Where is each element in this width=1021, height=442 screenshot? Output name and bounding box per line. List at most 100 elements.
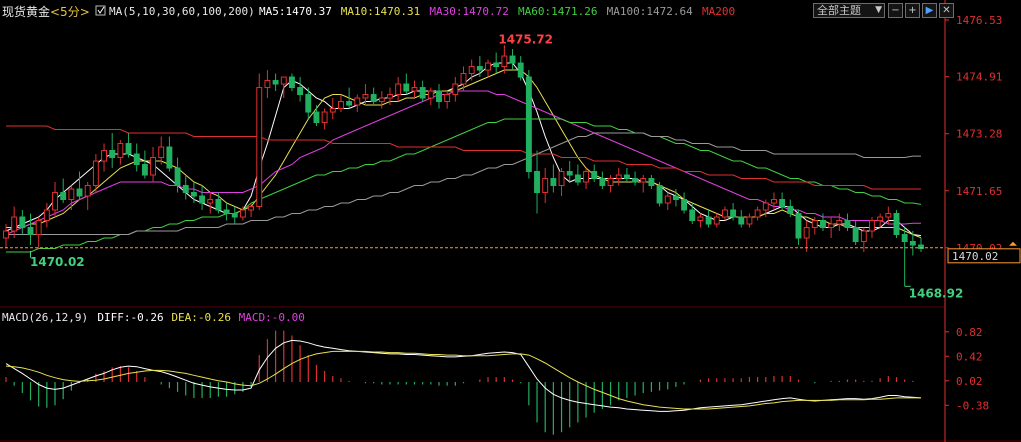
zoom-in-button[interactable]: +: [905, 3, 920, 18]
candle: [558, 168, 565, 197]
candle: [901, 227, 908, 287]
ma-value-ma200: MA200: [702, 5, 735, 18]
candle: [43, 203, 50, 228]
candle: [297, 77, 304, 102]
candle: [493, 52, 500, 74]
candle: [207, 192, 214, 214]
candle: [264, 70, 271, 99]
candle: [574, 164, 581, 186]
candle: [52, 182, 58, 218]
candle: [525, 70, 532, 179]
candle: [199, 185, 206, 211]
candle: [860, 227, 867, 253]
period-label[interactable]: <5分>: [50, 5, 90, 19]
ma-label: MA(5,10,30,60,100,200): [109, 5, 255, 18]
candle: [346, 87, 353, 109]
minus-icon: −: [891, 5, 900, 16]
price-annotation-low: 1468.92: [909, 286, 964, 300]
candle: [150, 147, 157, 183]
play-icon: ▶: [925, 5, 934, 16]
settings-icon[interactable]: [95, 5, 106, 16]
price-marker-icon: [1009, 241, 1017, 246]
price-annotation-high: 1475.72: [498, 32, 553, 46]
candle: [288, 73, 295, 92]
candle: [109, 133, 116, 169]
candle: [166, 136, 173, 172]
candle: [542, 168, 549, 204]
candle: [664, 192, 671, 211]
candle: [436, 84, 442, 109]
ma-value-ma5: MA5:1470.37: [259, 5, 332, 18]
ma-lines: [5, 62, 922, 253]
theme-select-label: 全部主题: [817, 4, 861, 17]
candle: [738, 210, 745, 228]
candle: [313, 105, 320, 127]
candle: [117, 140, 124, 165]
candle: [460, 66, 467, 92]
candle: [770, 192, 777, 211]
candle: [84, 182, 91, 211]
candle: [468, 59, 475, 81]
candle: [395, 77, 402, 102]
candle: [272, 73, 279, 92]
close-icon: ✕: [942, 5, 951, 16]
macd-value: DEA:-0.26: [171, 311, 231, 324]
candle: [182, 175, 189, 200]
macd-tick-label: -0.38: [956, 399, 989, 412]
candle: [869, 217, 875, 239]
candle: [231, 206, 238, 225]
chevron-down-icon: ▼: [875, 5, 882, 15]
candle: [689, 203, 696, 225]
candle: [68, 185, 75, 211]
ma-line-ma60: [6, 118, 922, 253]
candle: [509, 49, 516, 71]
chart-canvas[interactable]: MACD(26,12,9) DIFF:-0.26 DEA:-0.26 MACD:-0.…: [0, 0, 1021, 442]
ma-value-ma60: MA60:1471.26: [518, 5, 597, 18]
zoom-out-button[interactable]: −: [888, 3, 903, 18]
candle: [697, 213, 704, 228]
macd-tick-label: 0.02: [956, 375, 983, 388]
candle: [918, 238, 924, 253]
candle: [754, 206, 761, 221]
candle: [403, 73, 410, 95]
candle: [591, 164, 598, 183]
ma-value-ma10: MA10:1470.31: [341, 5, 420, 18]
macd-dea-line: [5, 350, 921, 410]
candle: [11, 206, 18, 239]
candle: [852, 220, 859, 246]
candle: [844, 213, 851, 232]
candle: [705, 210, 712, 228]
candle: [517, 56, 524, 81]
candle: [681, 192, 688, 214]
price-tick-label: 1474.91: [956, 71, 1002, 84]
candle: [795, 210, 802, 246]
ma-line-ma100: [6, 132, 921, 235]
macd-label: MACD(26,12,9): [2, 311, 88, 324]
candle: [223, 203, 230, 221]
candle: [648, 175, 655, 190]
candle: [338, 94, 344, 113]
candle: [721, 206, 728, 221]
theme-select[interactable]: 全部主题 ▼: [813, 3, 885, 18]
macd-tick-label: 0.82: [956, 326, 983, 339]
ma-value-ma30: MA30:1470.72: [429, 5, 508, 18]
candle: [566, 161, 573, 183]
ma-line-ma30: [5, 90, 921, 235]
candlesticks: [3, 48, 924, 287]
candle: [125, 133, 132, 158]
candle: [599, 171, 606, 190]
candle: [19, 210, 26, 235]
candle: [378, 91, 385, 109]
candle: [607, 175, 614, 193]
instrument-title: 现货黄金: [2, 4, 50, 19]
candle: [640, 175, 647, 193]
play-button[interactable]: ▶: [922, 3, 937, 18]
candle: [623, 168, 630, 183]
candle: [893, 210, 900, 239]
candle: [370, 87, 377, 106]
candle: [828, 217, 835, 239]
close-button[interactable]: ✕: [939, 3, 954, 18]
macd-value: DIFF:-0.26: [97, 311, 163, 324]
candle: [746, 213, 753, 228]
candle: [76, 171, 83, 200]
